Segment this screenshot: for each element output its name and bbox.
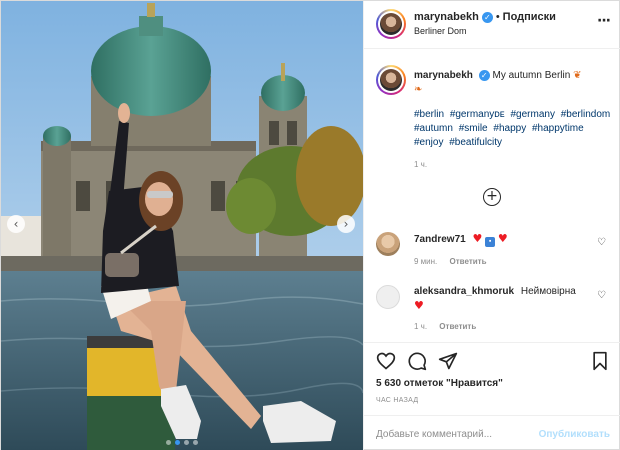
avatar[interactable] xyxy=(376,9,406,39)
comment-text: aleksandra_khmoruk Неймовірна ♥ xyxy=(414,285,590,314)
location-link[interactable]: Berliner Dom xyxy=(414,26,467,36)
caption-area: marynabekh ✓ My autumn Berlin ❦ ❧ #berli… xyxy=(364,50,620,342)
carousel-next-button[interactable]: › xyxy=(337,215,355,233)
carousel-dot xyxy=(184,440,189,445)
comment-username[interactable]: aleksandra_khmoruk xyxy=(414,286,514,297)
carousel-prev-button[interactable]: ‹ xyxy=(7,215,25,233)
share-icon[interactable] xyxy=(438,351,458,371)
likes-count[interactable]: 5 630 отметок "Нравится" xyxy=(376,378,503,389)
caption-avatar[interactable] xyxy=(376,65,406,95)
bookmark-icon[interactable] xyxy=(590,351,610,371)
post-photo[interactable]: ‹ › xyxy=(1,1,363,450)
reply-button[interactable]: Ответить xyxy=(450,257,487,266)
carousel-dots xyxy=(1,440,363,445)
carousel-dot-active xyxy=(175,440,180,445)
header-username[interactable]: marynabekh xyxy=(414,11,479,23)
hashtag-link[interactable]: #berlindom xyxy=(561,108,610,122)
heart-icon[interactable] xyxy=(376,351,396,371)
carousel-dot xyxy=(193,440,198,445)
comment-time: 9 мин. xyxy=(414,257,438,266)
comment-meta: 9 мин. Ответить xyxy=(414,257,496,266)
red-heart-emoji-icon: ♥ xyxy=(497,232,508,245)
instagram-post: ‹ › marynabekh ✓ • Подписки Berliner Dom… xyxy=(0,0,620,450)
add-comment-bar: Опубликовать xyxy=(364,415,620,450)
caption-line: marynabekh ✓ My autumn Berlin ❦ ❧ xyxy=(414,69,614,97)
blue-square-emoji-icon: ▪ xyxy=(485,237,496,247)
comment-avatar[interactable] xyxy=(376,232,400,256)
more-options-icon[interactable]: ··· xyxy=(597,13,611,29)
comment-time: 1 ч. xyxy=(414,322,428,331)
hashtag-link[interactable]: #happytime xyxy=(532,122,584,136)
hashtag-list: #berlin #germanyᴅᴇ #germany #berlindom #… xyxy=(414,108,614,150)
action-bar xyxy=(364,342,620,378)
photo-scene xyxy=(1,1,363,450)
hashtag-link[interactable]: #smile xyxy=(459,122,488,136)
carousel-dot xyxy=(166,440,171,445)
load-more-comments-plus-icon[interactable]: + xyxy=(483,188,501,206)
hashtag-link[interactable]: #germany xyxy=(510,108,554,122)
verified-badge-icon: ✓ xyxy=(478,70,490,81)
fallen-leaf-emoji-icon: ❧ xyxy=(414,84,423,95)
comment-avatar[interactable] xyxy=(376,285,400,309)
caption-username[interactable]: marynabekh xyxy=(414,70,473,81)
post-header: marynabekh ✓ • Подписки Berliner Dom ··· xyxy=(364,1,620,49)
comment-icon[interactable] xyxy=(407,351,427,371)
hashtag-link[interactable]: #germanyᴅᴇ xyxy=(450,108,505,122)
reply-button[interactable]: Ответить xyxy=(439,322,476,331)
verified-badge-icon: ✓ xyxy=(481,11,493,23)
hashtag-link[interactable]: #autumn xyxy=(414,122,453,136)
header-user-line: marynabekh ✓ • Подписки xyxy=(414,11,556,23)
comment-username[interactable]: 7andrew71 xyxy=(414,234,466,245)
caption-time: 1 ч. xyxy=(414,160,428,169)
comment-text: 7andrew71 ♥ ▪ ♥ xyxy=(414,232,590,247)
like-comment-heart-icon[interactable]: ♡ xyxy=(597,290,606,301)
hashtag-link[interactable]: #happy xyxy=(493,122,526,136)
caption-text: My autumn Berlin xyxy=(492,70,571,81)
add-comment-input[interactable] xyxy=(376,429,526,440)
publish-comment-button[interactable]: Опубликовать xyxy=(539,429,610,440)
follow-status-button[interactable]: Подписки xyxy=(503,11,556,23)
hashtag-link[interactable]: #enjoy xyxy=(414,136,443,150)
header-separator: • xyxy=(495,11,500,23)
comment-meta: 1 ч. Ответить xyxy=(414,322,486,331)
comment-body: Неймовірна xyxy=(520,286,576,297)
like-comment-heart-icon[interactable]: ♡ xyxy=(597,237,606,248)
post-side-panel: marynabekh ✓ • Подписки Berliner Dom ···… xyxy=(363,1,620,450)
hashtag-link[interactable]: #berlin xyxy=(414,108,444,122)
hashtag-link[interactable]: #beatifulcity xyxy=(449,136,502,150)
maple-leaf-emoji-icon: ❦ xyxy=(573,70,582,81)
post-timestamp: ЧАС НАЗАД xyxy=(376,397,419,404)
red-heart-emoji-icon: ♥ xyxy=(472,232,483,245)
red-heart-emoji-icon: ♥ xyxy=(414,299,424,312)
